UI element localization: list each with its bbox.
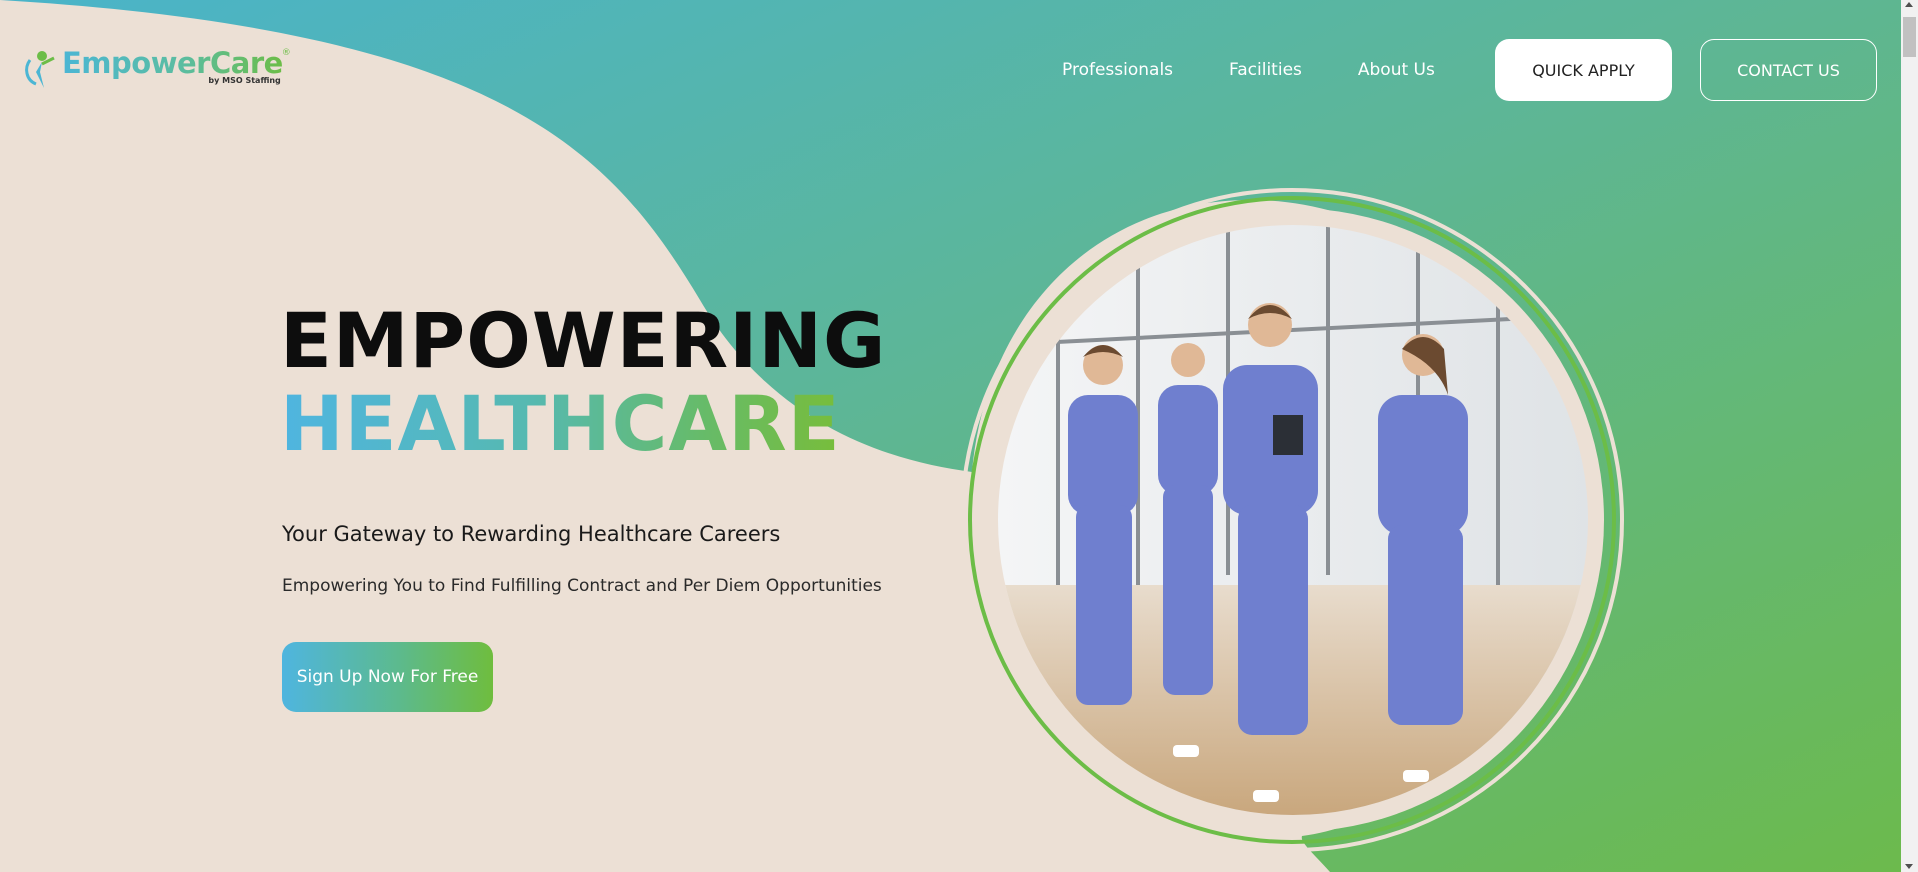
contact-us-button[interactable]: CONTACT US: [1700, 39, 1877, 101]
brand-logo[interactable]: EmpowerCare ® by MSO Staffing: [22, 46, 291, 90]
healthcare-team-photo: [998, 225, 1588, 815]
vertical-scrollbar[interactable]: [1901, 0, 1918, 872]
hero-subtitle: Your Gateway to Rewarding Healthcare Car…: [282, 522, 781, 546]
nav-professionals[interactable]: Professionals: [1062, 60, 1173, 80]
brand-tagline: by MSO Staffing: [208, 76, 281, 85]
scroll-thumb[interactable]: [1903, 17, 1916, 57]
registered-mark: ®: [281, 48, 291, 58]
nav-about-us[interactable]: About Us: [1358, 60, 1435, 80]
page: EmpowerCare ® by MSO Staffing Profession…: [0, 0, 1918, 872]
brand-name: EmpowerCare: [62, 46, 283, 80]
hero-headline-line2: HEALTHCARE: [280, 379, 841, 468]
scroll-down-arrow-icon[interactable]: [1905, 864, 1913, 869]
quick-apply-button[interactable]: QUICK APPLY: [1495, 39, 1672, 101]
hero-description: Empowering You to Find Fulfilling Contra…: [282, 576, 882, 596]
scroll-up-arrow-icon[interactable]: [1905, 2, 1913, 7]
person-logo-icon: [25, 51, 55, 88]
sign-up-button[interactable]: Sign Up Now For Free: [282, 642, 493, 712]
main-nav: Professionals Facilities About Us: [1062, 60, 1491, 80]
nav-facilities[interactable]: Facilities: [1229, 60, 1302, 80]
brand-wordmark: EmpowerCare ® by MSO Staffing: [62, 46, 291, 90]
hero-headline-line1: EMPOWERING: [280, 296, 887, 385]
healthcare-team-image: [998, 225, 1588, 815]
